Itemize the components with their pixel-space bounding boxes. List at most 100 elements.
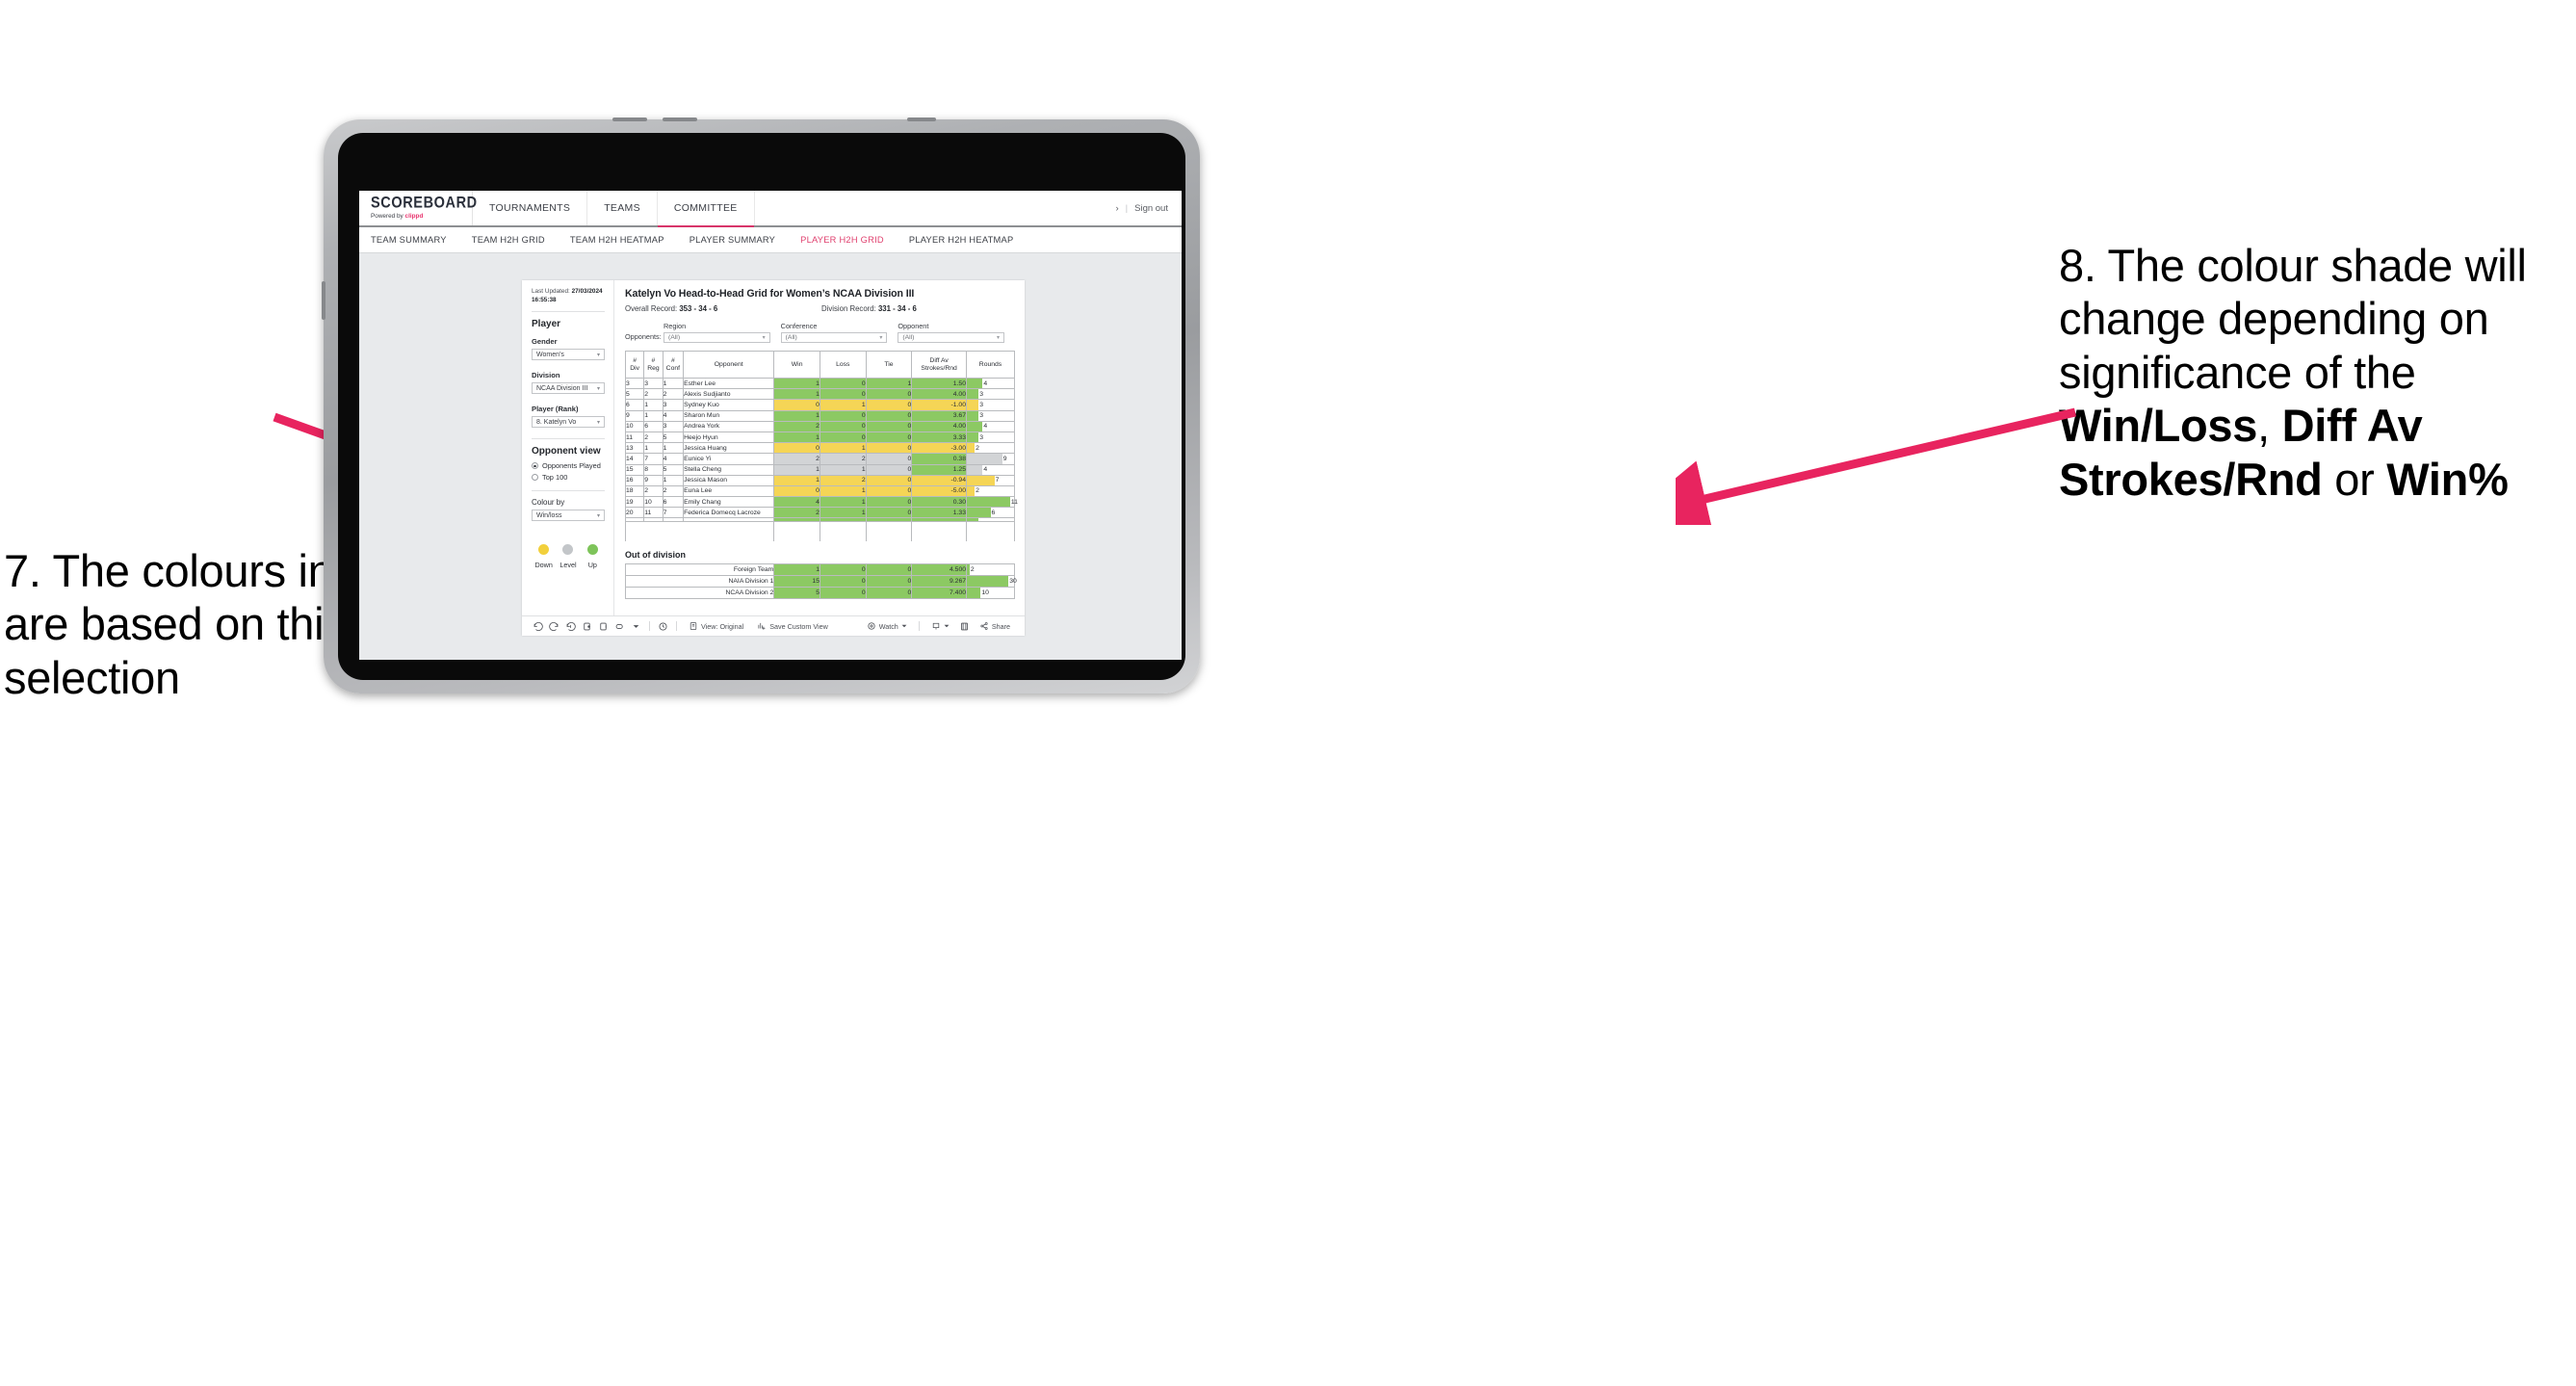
legend-caption-down: Down: [534, 561, 553, 570]
table-row[interactable]: 18 2 2 Euna Lee 0 1 0 -5.00 2: [624, 484, 1015, 498]
column-header-reg[interactable]: # Reg: [643, 351, 664, 379]
records-row: Overall Record: 353 - 34 - 6 Division Re…: [625, 304, 1015, 313]
refresh-icon[interactable]: [579, 621, 595, 632]
opponent-label: Opponent: [898, 322, 929, 330]
cell-win: 2: [773, 453, 820, 465]
division-select[interactable]: NCAA Division III ▾: [532, 382, 605, 395]
table-row[interactable]: 13 1 1 Jessica Huang 0 1 0 -3.00 2: [624, 442, 1015, 455]
topnav-item-committee[interactable]: COMMITTEE: [657, 191, 755, 227]
cell-reg: 7: [643, 453, 664, 465]
division-record-value: 331 - 34 - 6: [877, 304, 917, 313]
subnav-item-player-summary[interactable]: PLAYER SUMMARY: [677, 235, 788, 245]
colour-by-select[interactable]: Win/loss ▾: [532, 510, 605, 522]
column-header-rounds[interactable]: Rounds: [966, 351, 1015, 379]
table-row[interactable]: 3 3 1 Esther Lee 1 0 1 1.50 4: [624, 377, 1015, 390]
table-row[interactable]: NCAA Division 2 5 0 0 7.400 10: [624, 586, 1015, 599]
table-row[interactable]: 10 6 3 Andrea York 2 0 0 4.00 4: [624, 420, 1015, 432]
topnav-item-teams[interactable]: TEAMS: [587, 191, 658, 225]
share-button[interactable]: Share: [973, 621, 1017, 631]
chevron-right-icon[interactable]: ›: [1115, 203, 1118, 214]
cell-empty: [624, 531, 775, 541]
cell-loss: 0: [819, 562, 867, 576]
division-record-label: Division Record:: [821, 304, 878, 313]
view-original-label: View: Original: [701, 621, 744, 631]
subnav-item-team-h2h-heatmap[interactable]: TEAM H2H HEATMAP: [558, 235, 677, 245]
overall-record: Overall Record: 353 - 34 - 6: [625, 304, 821, 313]
out-of-division-table: Foreign Team 1 0 0 4.500 2 NAIA Division 1 15 0 0…: [624, 562, 1017, 599]
highlight-icon[interactable]: [611, 621, 628, 632]
radio-opponents-played[interactable]: Opponents Played: [532, 461, 605, 470]
main-content: Katelyn Vo Head-to-Head Grid for Women’s…: [614, 280, 1025, 615]
table-row-empty: [624, 531, 1015, 541]
sidebar-heading-opponent-view: Opponent view: [532, 446, 601, 458]
watch-button[interactable]: Watch: [860, 621, 914, 631]
sign-out-link[interactable]: Sign out: [1134, 203, 1168, 214]
column-header-conf[interactable]: # Conf: [662, 351, 685, 379]
cell-conf: 3: [662, 420, 685, 432]
bottom-toolbar: View: Original Save Custom View Watch Sh…: [522, 615, 1025, 636]
last-updated-time: 16:55:38: [532, 296, 557, 303]
cell-empty: [911, 521, 967, 532]
cell-opponent: Sharon Mun: [683, 409, 775, 422]
table-row[interactable]: Foreign Team 1 0 0 4.500 2: [624, 562, 1015, 576]
column-header-opponent[interactable]: Opponent: [683, 351, 775, 379]
conference-select[interactable]: (All) ▾: [780, 332, 888, 343]
column-header-tie[interactable]: Tie: [865, 351, 913, 379]
table-row[interactable]: 5 2 2 Alexis Sudjianto 1 0 0 4.00 3: [624, 388, 1015, 401]
download-button[interactable]: [924, 621, 956, 631]
column-header-win[interactable]: Win: [773, 351, 820, 379]
colour-by-value: Win/loss: [536, 511, 562, 519]
table-row[interactable]: 11 2 5 Heejo Hyun 1 0 0 3.33 3: [624, 431, 1015, 444]
cell-tie: 0: [865, 420, 913, 432]
dashboard-body: Last Updated: 27/03/2024 16:55:38 Player …: [522, 280, 1025, 615]
undo-icon[interactable]: [530, 621, 546, 632]
subnav-item-team-summary[interactable]: TEAM SUMMARY: [371, 235, 459, 245]
table-row[interactable]: 20 11 7 Federica Domecq Lacroze 2 1 0 1.33 6: [624, 507, 1015, 519]
table-row[interactable]: 19 10 6 Emily Chang 4 1 0 0.30 11: [624, 496, 1018, 509]
last-updated-label: Last Updated:: [532, 288, 572, 295]
player-rank-select[interactable]: 8. Katelyn Vo ▾: [532, 416, 605, 429]
redo-icon[interactable]: [546, 621, 562, 632]
table-row[interactable]: 16 9 1 Jessica Mason 1 2 0 -0.94 7: [624, 474, 1015, 486]
region-select[interactable]: (All) ▾: [664, 332, 770, 343]
overall-record-label: Overall Record:: [625, 304, 680, 313]
subnav-item-team-h2h-grid[interactable]: TEAM H2H GRID: [459, 235, 558, 245]
brand-powered-name: clippd: [404, 212, 424, 220]
history-icon[interactable]: [655, 621, 671, 632]
table-row[interactable]: 6 1 3 Sydney Kuo 0 1 0 -1.00 3: [624, 399, 1015, 411]
column-header-div[interactable]: # Div: [624, 351, 645, 379]
opponent-select[interactable]: (All) ▾: [898, 332, 1005, 343]
legend-dot-up: [586, 544, 598, 556]
pause-icon[interactable]: [595, 621, 611, 632]
save-custom-view-button[interactable]: Save Custom View: [750, 621, 835, 631]
callout-right-mid1: ,: [2257, 400, 2282, 452]
opponents-label: Opponents:: [625, 332, 662, 341]
gender-select[interactable]: Women’s ▾: [532, 349, 605, 361]
column-header-diff-av-strokes-rnd[interactable]: Diff Av Strokes/Rnd: [911, 351, 967, 379]
topnav-item-tournaments[interactable]: TOURNAMENTS: [473, 191, 588, 225]
conference-label: Conference: [780, 322, 818, 330]
cell-tie: 1: [865, 377, 913, 390]
app-viewport: SCOREBOARD Powered by clippd TOURNAMENTS…: [359, 191, 1182, 660]
chevron-down-icon[interactable]: [628, 623, 644, 630]
table-row[interactable]: 14 7 4 Eunice Yi 2 2 0 0.38 9: [624, 453, 1015, 465]
table-row[interactable]: NAIA Division 1 15 0 0 9.267 30: [624, 574, 1017, 588]
view-original-button[interactable]: View: Original: [682, 621, 750, 631]
cell-empty: [865, 521, 913, 532]
subnav-item-player-h2h-heatmap[interactable]: PLAYER H2H HEATMAP: [897, 235, 1027, 245]
table-row[interactable]: 9 1 4 Sharon Mun 1 0 0 3.67 3: [624, 409, 1015, 422]
table-header-row: # Div # Reg # Conf Opponent Win Loss Tie Diff Av St…: [624, 351, 1015, 379]
brand-logo[interactable]: SCOREBOARD Powered by clippd: [359, 191, 477, 225]
fullscreen-icon[interactable]: [956, 621, 973, 632]
chevron-down-icon: ▾: [596, 352, 600, 358]
cell-opponent: Andrea York: [683, 420, 775, 432]
table-row[interactable]: 15 8 5 Stella Cheng 1 1 0 1.25 4: [624, 463, 1015, 476]
subnav-item-player-h2h-grid[interactable]: PLAYER H2H GRID: [788, 235, 897, 245]
radio-top-100[interactable]: Top 100: [532, 473, 605, 482]
cell-diff-av-strokes: 0.30: [911, 496, 967, 509]
cell-win: 0: [773, 399, 820, 411]
cell-reg: 9: [643, 474, 664, 486]
chevron-down-icon: ▾: [762, 335, 766, 341]
column-header-loss[interactable]: Loss: [819, 351, 867, 379]
revert-icon[interactable]: [562, 621, 579, 632]
